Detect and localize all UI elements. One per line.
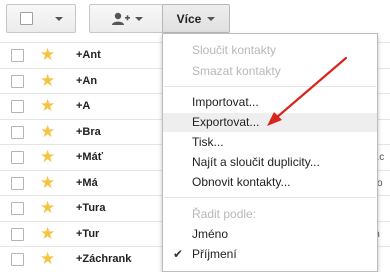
menu-item-restore-contacts[interactable]: Obnovit kontakty... [163,173,377,192]
row-checkbox[interactable] [11,176,24,190]
menu-item-export[interactable]: Exportovat... [163,113,377,132]
star-icon[interactable]: ★ [40,96,55,116]
person-plus-icon [111,12,130,25]
menu-item-find-duplicates[interactable]: Najít a sloučit duplicity... [163,153,377,172]
row-checkbox[interactable] [11,227,24,241]
contact-name: +Tur [76,227,100,240]
star-icon[interactable]: ★ [40,122,55,142]
menu-item-delete-contacts[interactable]: Smazat kontakty [163,62,377,81]
menu-divider [164,86,376,87]
star-icon[interactable]: ★ [40,224,55,244]
contact-name: +Máť [76,151,103,163]
menu-item-sort-last-name[interactable]: ✔ Příjmení [163,245,377,264]
row-checkbox[interactable] [11,151,24,164]
add-to-group-button[interactable] [89,4,164,33]
row-checkbox[interactable] [11,202,24,215]
menu-item-merge-contacts[interactable]: Sloučit kontakty [163,41,377,60]
contact-name: +A [76,100,91,112]
checkmark-icon: ✔ [173,247,184,261]
menu-item-import[interactable]: Importovat... [163,93,377,112]
chevron-down-icon [207,16,216,21]
menu-sort-heading: Řadit podle: [192,207,257,221]
row-checkbox[interactable] [11,100,24,113]
star-icon[interactable]: ★ [40,198,55,218]
star-icon[interactable]: ★ [40,173,55,193]
row-checkbox[interactable] [11,49,24,62]
chevron-down-icon [54,16,63,21]
contact-name: +Má [76,176,98,189]
star-icon[interactable]: ★ [40,45,55,65]
more-button[interactable]: Více [162,4,230,33]
contact-name: +Bra [76,125,101,138]
menu-divider [164,197,376,198]
menu-item-print[interactable]: Tisk... [163,133,377,152]
row-checkbox[interactable] [11,74,24,88]
menu-item-sort-last-name-label: Příjmení [192,247,237,261]
select-all-button[interactable] [6,4,76,33]
contact-name: +An [76,74,98,87]
row-checkbox[interactable] [11,125,24,139]
contact-name: +Tura [76,202,106,214]
contact-name: +Ant [76,49,101,61]
star-icon[interactable]: ★ [40,147,55,167]
menu-item-sort-first-name[interactable]: Jméno [163,225,377,244]
more-button-label: Více [176,11,202,26]
star-icon[interactable]: ★ [40,71,55,91]
star-icon[interactable]: ★ [40,249,55,269]
row-checkbox[interactable] [11,253,24,266]
contact-name: +Záchranka [76,253,132,265]
select-all-checkbox[interactable] [19,12,33,25]
chevron-down-icon [134,16,143,21]
more-dropdown-menu: Sloučit kontakty Smazat kontakty Importo… [162,33,378,272]
